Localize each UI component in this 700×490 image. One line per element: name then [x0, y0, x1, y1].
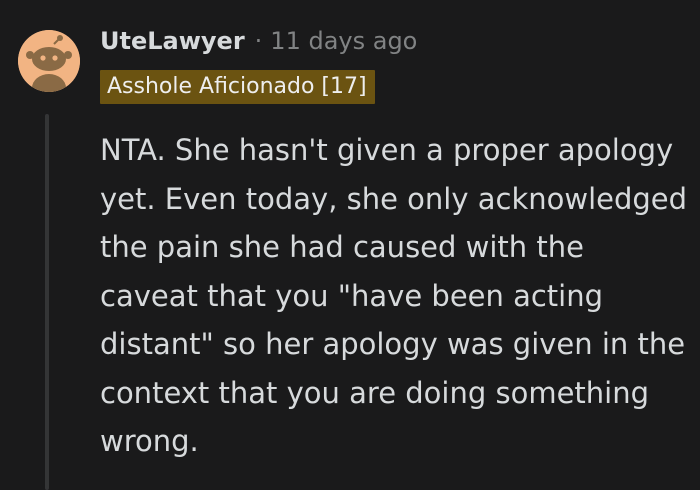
avatar[interactable] — [18, 30, 80, 92]
user-flair: Asshole Aficionado [17] — [100, 70, 375, 104]
meta-separator: · — [254, 27, 263, 55]
comment-body: NTA. She hasn't given a proper apology y… — [100, 133, 688, 458]
timestamp-link[interactable]: 11 days ago — [270, 24, 417, 58]
username-link[interactable]: UteLawyer — [100, 24, 245, 58]
comment-container: UteLawyer · 11 days ago Asshole Aficiona… — [0, 0, 700, 490]
thread-line[interactable] — [45, 114, 49, 490]
snoo-avatar-icon — [18, 30, 80, 92]
comment-meta: UteLawyer · 11 days ago — [100, 24, 417, 58]
